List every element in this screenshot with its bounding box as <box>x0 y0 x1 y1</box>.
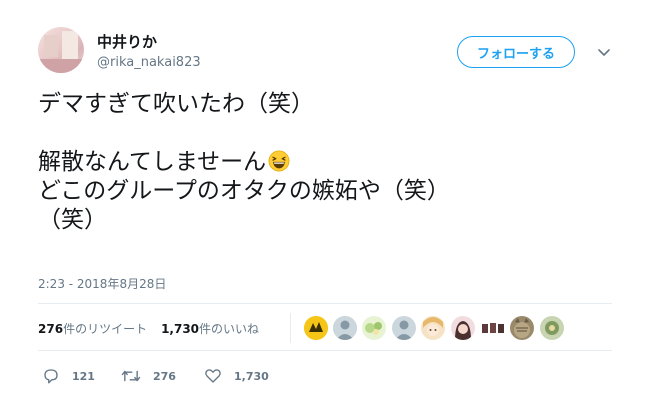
retweets-stat[interactable]: 276件のリツイート <box>38 322 147 336</box>
like-action[interactable]: 1,730 <box>204 367 269 385</box>
divider <box>38 350 612 351</box>
liker-avatar-6[interactable] <box>451 316 475 340</box>
retweets-count: 276 <box>38 322 64 336</box>
reply-action[interactable]: 121 <box>42 367 95 385</box>
reply-icon[interactable] <box>42 367 60 385</box>
retweet-icon[interactable] <box>121 367 141 385</box>
liker-avatar-5[interactable] <box>421 316 445 340</box>
like-count: 1,730 <box>234 369 269 383</box>
stats-separator <box>290 313 291 343</box>
liker-avatar-8[interactable] <box>510 316 534 340</box>
reply-count: 121 <box>72 369 95 383</box>
tweet-line-2 <box>38 119 598 148</box>
tweet-text: デマすぎて吹いたわ（笑） 解散なんてしませーん どこのグループのオタクの嫉妬や（… <box>38 90 598 235</box>
tweet-line-3: 解散なんてしませーん <box>38 149 267 175</box>
chevron-down-icon[interactable] <box>596 44 612 60</box>
divider <box>38 303 612 304</box>
likes-count: 1,730 <box>161 322 200 336</box>
display-name[interactable]: 中井りか <box>97 31 157 52</box>
likes-label: 件のいいね <box>199 322 260 336</box>
liker-avatar-1[interactable] <box>304 316 328 340</box>
liker-avatar-3[interactable] <box>362 316 386 340</box>
tweet-line-3-wrap: 解散なんてしませーん <box>38 148 598 177</box>
liker-avatar-9[interactable] <box>540 316 564 340</box>
follow-button[interactable]: フォローする <box>457 36 575 68</box>
retweets-label: 件のリツイート <box>63 322 148 336</box>
tweet-timestamp[interactable]: 2:23 - 2018年8月28日 <box>38 275 166 292</box>
liker-avatar-2[interactable] <box>333 316 357 340</box>
user-avatar[interactable] <box>38 27 84 73</box>
tweet-line-1: デマすぎて吹いたわ（笑） <box>38 91 314 117</box>
grinning-squinting-face-icon <box>268 150 290 172</box>
tweet-line-4: どこのグループのオタクの嫉妬や（笑） <box>38 178 450 204</box>
retweet-action[interactable]: 276 <box>121 367 176 385</box>
retweet-count: 276 <box>153 369 176 383</box>
user-handle[interactable]: @rika_nakai823 <box>97 55 201 70</box>
heart-icon[interactable] <box>204 367 222 385</box>
tweet-line-5: （笑） <box>38 207 107 233</box>
liker-avatar-7[interactable] <box>481 316 505 340</box>
liker-avatar-4[interactable] <box>392 316 416 340</box>
engagement-stats: 276件のリツイート 1,730件のいいね <box>38 320 259 337</box>
likes-stat[interactable]: 1,730件のいいね <box>161 322 259 336</box>
